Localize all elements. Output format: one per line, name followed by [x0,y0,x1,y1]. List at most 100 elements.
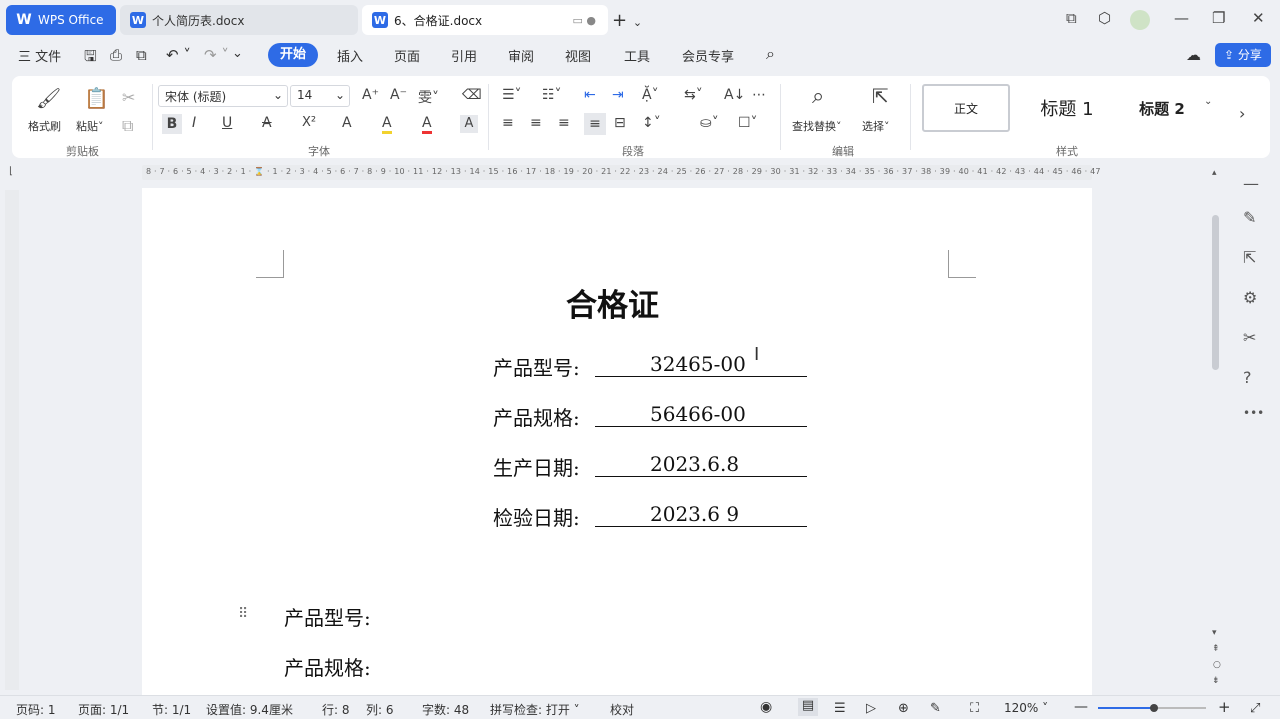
save-icon[interactable]: 🖫 [84,46,97,71]
print-preview-icon[interactable]: ⧉ [136,46,147,64]
shading-icon[interactable]: ⛀˅ [700,115,719,131]
document-title[interactable]: 合格证 [566,280,659,325]
outline-view-icon[interactable]: ☰ [834,701,846,716]
avatar[interactable] [1130,10,1150,30]
play-icon[interactable]: ▷ [866,701,876,716]
scroll-up-icon[interactable]: ▴ [1212,168,1217,178]
status-section[interactable]: 节: 1/1 [152,701,191,718]
align-center-icon[interactable]: ≡ [530,115,542,131]
char-shading-button[interactable]: A [460,115,478,133]
phonetic-icon[interactable]: 雯˅ [418,87,439,107]
next-page-icon[interactable]: ⇟ [1212,676,1220,686]
page-view-icon[interactable]: ▤ [798,698,818,716]
zoom-slider[interactable] [1098,704,1206,712]
line-spacing-icon[interactable]: ↕˅ [642,115,661,131]
status-setting[interactable]: 设置值: 9.4厘米 [206,701,293,718]
field-model[interactable]: 产品型号: 32465-00 [493,352,807,381]
file-menu[interactable]: 三 文件 [18,46,61,65]
tab-view[interactable]: 视图 [565,46,591,65]
settings-sliders-icon[interactable]: ⚙ [1243,288,1257,307]
italic-button[interactable]: I [192,115,196,131]
tab-tools[interactable]: 工具 [624,46,650,65]
decrease-indent-icon[interactable]: ⇤ [584,87,596,103]
clear-format-icon[interactable]: ⌫ [462,87,482,103]
fullscreen-icon[interactable]: ⤢ [1250,701,1260,716]
tab-membership[interactable]: 会员专享 [682,46,734,65]
zoom-level[interactable]: 120% ˅ [1004,701,1048,715]
tab-page[interactable]: 页面 [394,46,420,65]
tab-references[interactable]: 引用 [451,46,477,65]
chevron-right-icon[interactable]: › [1239,104,1245,123]
share-button[interactable]: ⇪ 分享 [1215,43,1271,67]
text-effect-button[interactable]: A [342,115,352,131]
tab-options-icon[interactable]: ▭ ● [573,14,597,27]
numbered-list-icon[interactable]: ☷˅ [542,87,562,103]
justify-icon[interactable]: ≡ [584,113,606,135]
style-heading2[interactable]: 标题 2 [1122,84,1202,132]
find-replace-icon[interactable]: ⌕ [812,84,824,109]
status-page-number[interactable]: 页码: 1 [16,701,56,718]
text-direction-icon[interactable]: Ặ˅ [642,87,659,103]
shrink-font-icon[interactable]: A⁻ [390,87,407,103]
close-button[interactable]: ✕ [1252,9,1265,27]
grow-font-icon[interactable]: A⁺ [362,87,379,103]
horizontal-ruler[interactable]: 8 · 7 · 6 · 5 · 4 · 3 · 2 · 1 · ⌛ · 1 · … [142,165,1101,180]
tools-icon[interactable]: ✂ [1243,328,1256,347]
collapse-icon[interactable]: — [1243,174,1259,193]
strikethrough-button[interactable]: A [262,115,272,131]
field-production-date[interactable]: 生产日期: 2023.6.8 [493,452,807,481]
tab-insert[interactable]: 插入 [337,46,363,65]
sort-swap-icon[interactable]: ⇆˅ [684,87,703,103]
redo-icon[interactable]: ↷ ˅ [204,46,229,64]
eye-protect-icon[interactable]: ✎ [930,701,941,716]
borders-icon[interactable]: ☐˅ [738,115,758,131]
status-proof[interactable]: 校对 [610,701,634,718]
zoom-out-icon[interactable]: — [1074,699,1088,715]
scroll-down-icon[interactable]: ▾ [1212,628,1217,638]
eye-icon[interactable]: ◉ [760,699,772,715]
document-page[interactable]: 合格证 产品型号: 32465-00 产品规格: 56466-00 生产日期: … [142,188,1092,698]
tab-certificate-doc[interactable]: W 6、合格证.docx ▭ ● [362,5,608,35]
browse-object-icon[interactable]: ○ [1213,660,1221,670]
tab-home[interactable]: 开始 [268,43,318,67]
lower-field-spec[interactable]: 产品规格: [284,652,371,681]
bold-button[interactable]: B [162,114,182,134]
undo-icon[interactable]: ↶ ˅ [166,46,191,64]
new-tab-button[interactable]: + ⌄ [612,10,642,31]
style-normal[interactable]: 正文 [922,84,1010,132]
status-row[interactable]: 行: 8 [322,701,350,718]
format-painter-icon[interactable]: 🖌 [36,86,61,110]
format-painter-label[interactable]: 格式刷 [28,118,61,134]
show-marks-icon[interactable]: ⋯ [752,87,766,103]
status-word-count[interactable]: 字数: 48 [422,701,469,718]
sort-icon[interactable]: A↓ [724,87,745,103]
tab-wps-office[interactable]: W WPS Office [6,5,116,35]
cut-icon[interactable]: ✂ [122,88,135,107]
zoom-slider-knob[interactable] [1150,704,1159,712]
select-label[interactable]: 选择˅ [862,118,890,134]
scroll-thumb[interactable] [1212,215,1219,370]
fit-page-icon[interactable]: ⛶ [970,701,979,716]
select-arrow-icon[interactable]: ⇱ [872,84,889,108]
superscript-button[interactable]: X² [302,115,316,130]
ruler-corner-icon[interactable]: ⌊ [9,166,13,177]
paste-label[interactable]: 粘贴˅ [76,118,104,134]
style-heading1[interactable]: 标题 1 [1022,84,1112,132]
find-replace-label[interactable]: 查找替换˅ [792,118,842,134]
align-left-icon[interactable]: ≡ [502,115,514,131]
highlight-button[interactable]: A [382,115,392,134]
font-color-button[interactable]: A [422,115,432,134]
underline-button[interactable]: U [222,115,232,131]
distribute-icon[interactable]: ⊟ [614,115,626,131]
lower-field-model[interactable]: 产品型号: [284,602,371,631]
align-right-icon[interactable]: ≡ [558,115,570,131]
chevron-down-icon[interactable]: ⌄ [232,46,243,61]
cloud-icon[interactable]: ☁ [1186,46,1201,64]
tab-resume-doc[interactable]: W 个人简历表.docx [120,5,358,35]
zoom-in-icon[interactable]: + [1218,698,1231,716]
vertical-ruler[interactable] [5,190,19,690]
prev-page-icon[interactable]: ⇞ [1212,644,1220,654]
search-icon[interactable]: ⌕ [766,44,775,64]
field-inspection-date[interactable]: 检验日期: 2023.6 9 [493,502,807,531]
print-icon[interactable]: ⎙ [110,46,122,64]
